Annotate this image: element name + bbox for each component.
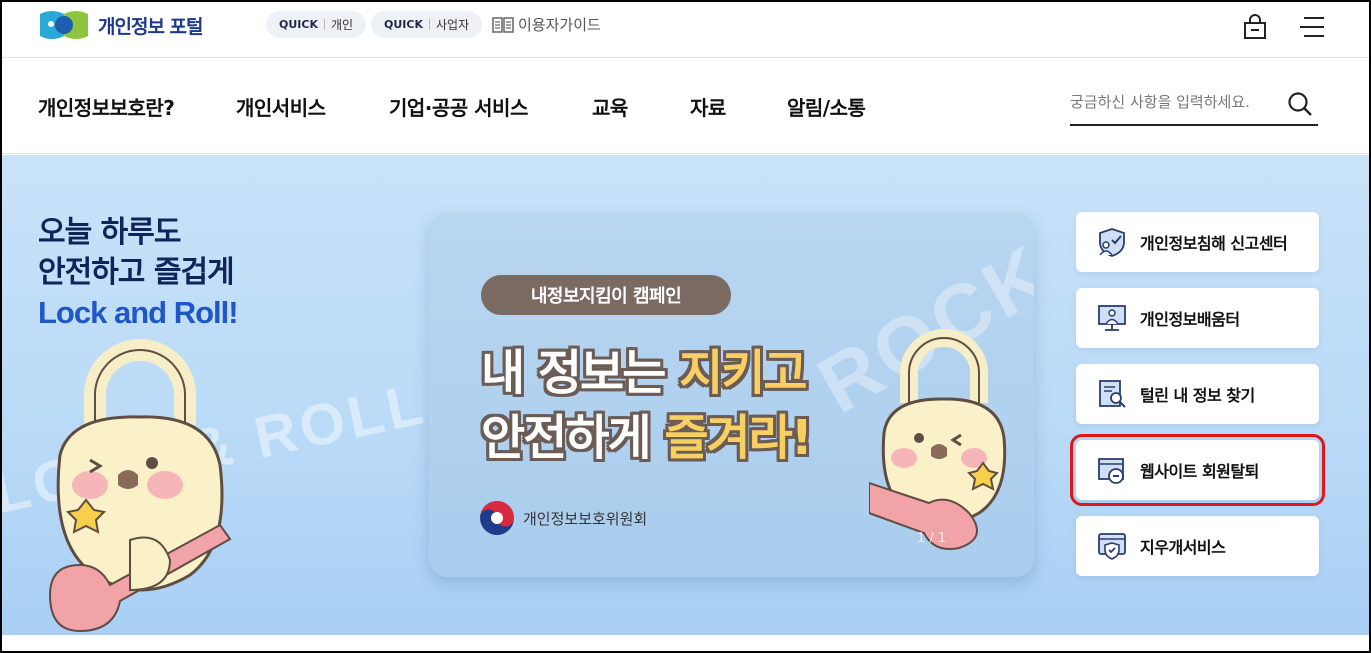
logo-text: 개인정보 포털 [98, 15, 203, 38]
menu-icon[interactable] [1300, 16, 1326, 42]
headline-highlight: 즐겨라! [664, 410, 812, 466]
banner-pager[interactable]: 1 / 1 [917, 531, 946, 546]
document-search-icon [1099, 380, 1126, 408]
hero-title-line2: 안전하고 즐겁게 [38, 255, 235, 290]
headline-text: 안전하게 [481, 410, 665, 466]
nav-item-business-services[interactable]: 기업·공공 서비스 [389, 92, 528, 121]
hero-title: 오늘 하루도 안전하고 즐겁게 Lock and Roll! [38, 213, 239, 333]
book-icon [492, 16, 514, 33]
nav-item-personal-services[interactable]: 개인서비스 [236, 92, 326, 121]
quick-tag: QUICK [384, 18, 423, 31]
quick-link-label: 개인정보배움터 [1140, 310, 1240, 329]
mascot-padlock-illustration [48, 339, 232, 633]
main-navigation: 개인정보보호란? 개인서비스 기업·공공 서비스 교육 자료 알림/소통 [0, 59, 1371, 154]
divider [428, 19, 430, 30]
organization-logo: 개인정보보호위원회 [479, 500, 647, 536]
banner-headline-1: 내 정보는 지키고 [481, 333, 808, 403]
quick-link-website-withdrawal[interactable]: 웹사이트 회원탈퇴 [1070, 434, 1325, 506]
search-icon[interactable] [1286, 90, 1314, 118]
search-box [1070, 81, 1318, 126]
campaign-pill: 내정보지킴이 캠페인 [481, 275, 731, 315]
user-guide-link[interactable]: 이용자가이드 [492, 14, 601, 35]
quick-link-eraser-service[interactable]: 지우개서비스 [1076, 516, 1319, 576]
web-withdraw-icon [1098, 458, 1124, 484]
quick-personal-button[interactable]: QUICK 개인 [266, 11, 367, 38]
headline-text: 내 정보는 [481, 345, 680, 401]
quick-link-label: 개인정보침해 신고센터 [1140, 234, 1288, 253]
nav-item-education[interactable]: 교육 [592, 92, 628, 121]
headline-highlight: 지키고 [679, 345, 807, 401]
eraser-shield-icon [1098, 533, 1126, 560]
divider [323, 19, 325, 30]
lock-icon[interactable] [1243, 14, 1267, 44]
hero-section: LOCK & ROLL 오늘 하루도 안전하고 즐겁게 Lock and Rol… [0, 155, 1371, 635]
bottom-strip [0, 635, 1371, 653]
organization-name: 개인정보보호위원회 [523, 509, 648, 528]
quick-business-button[interactable]: QUICK 사업자 [371, 11, 483, 38]
banner-headline-2: 안전하게 즐겨라! [481, 398, 813, 468]
nav-item-notice[interactable]: 알림/소통 [787, 92, 866, 121]
site-logo[interactable]: 개인정보 포털 [38, 10, 203, 40]
campaign-banner[interactable]: ROCK 내정보지킴이 캠페인 내 정보는 지키고 안전하게 즐겨라! 개인정보… [429, 213, 1034, 577]
quick-link-leaked-info[interactable]: 털린 내 정보 찾기 [1076, 364, 1319, 424]
quick-link-label: 털린 내 정보 찾기 [1140, 386, 1255, 405]
nav-item-about[interactable]: 개인정보보호란? [38, 92, 175, 121]
hero-title-line3: Lock and Roll! [38, 295, 239, 330]
taegeuk-icon [480, 501, 514, 535]
hero-title-line1: 오늘 하루도 [38, 215, 181, 250]
top-bar: 개인정보 포털 QUICK 개인 QUICK 사업자 이용자가이드 [0, 0, 1371, 58]
quick-link-learning[interactable]: 개인정보배움터 [1076, 288, 1319, 348]
logo-icon [38, 10, 90, 40]
quick-link-privacy-report[interactable]: 개인정보침해 신고센터 [1076, 212, 1319, 272]
user-guide-label: 이용자가이드 [518, 16, 601, 34]
quick-link-label: 지우개서비스 [1140, 538, 1226, 557]
quick-label: 사업자 [435, 18, 470, 32]
mascot-guitar-illustration [869, 329, 1007, 550]
quick-label: 개인 [330, 18, 354, 32]
quick-link-label: 웹사이트 회원탈퇴 [1140, 462, 1259, 481]
search-input[interactable] [1070, 93, 1280, 111]
quick-tag: QUICK [279, 18, 318, 31]
shield-person-icon [1099, 228, 1125, 257]
monitor-teacher-icon [1098, 305, 1126, 331]
nav-item-resources[interactable]: 자료 [690, 92, 726, 121]
